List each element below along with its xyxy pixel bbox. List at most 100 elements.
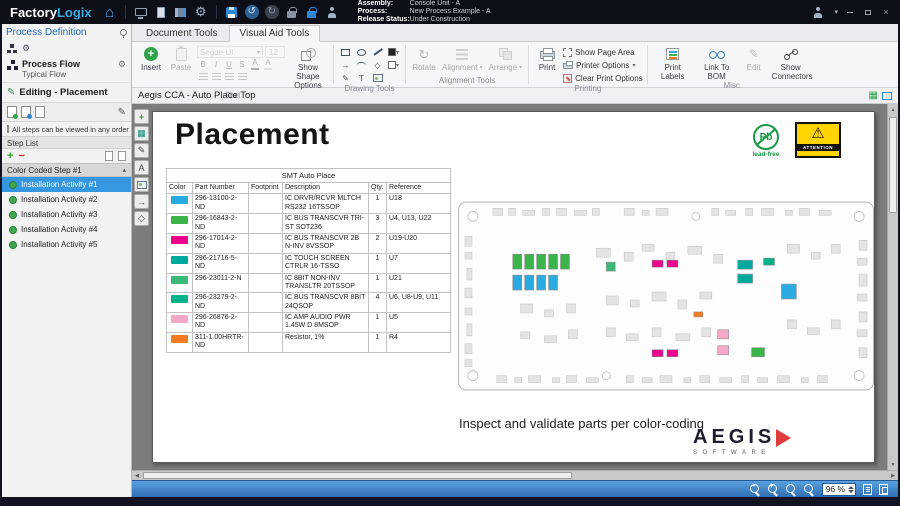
image-tool[interactable]	[370, 72, 385, 84]
zoom-stepper[interactable]	[848, 486, 854, 493]
pencil-tool[interactable]: ✎	[338, 72, 353, 84]
zoom-selection-icon[interactable]	[786, 484, 797, 495]
rectangle-tool[interactable]	[338, 46, 353, 58]
tab-visual-aid-tools[interactable]: Visual Aid Tools	[229, 25, 321, 42]
bullet-list-button[interactable]	[236, 71, 248, 82]
minimize-button[interactable]	[844, 7, 856, 17]
fill-color-picker[interactable]: ▾	[386, 59, 401, 71]
link-to-bom-button[interactable]: Link To BOM	[696, 44, 738, 81]
release-icon[interactable]	[323, 2, 341, 22]
font-family-select[interactable]: Segoe UI▾	[197, 46, 263, 58]
add-step-button[interactable]: +	[7, 151, 13, 162]
process-flow-item[interactable]: Process Flow Typical Flow ⚙	[2, 56, 131, 82]
zoom-level-input[interactable]: 96 %	[822, 483, 856, 496]
paste-button[interactable]: Paste	[167, 44, 195, 72]
scrollbar-thumb[interactable]	[889, 117, 897, 213]
italic-button[interactable]: I	[210, 59, 222, 70]
order-checkbox[interactable]	[7, 125, 9, 133]
text-tool-button[interactable]: A	[134, 160, 149, 175]
font-color-button[interactable]: A	[249, 59, 261, 70]
list-item[interactable]: Installation Activity #5	[2, 237, 131, 252]
pin-icon[interactable]	[119, 28, 127, 38]
show-shape-options-button[interactable]: Show Shape Options	[287, 44, 329, 91]
shape-tool-button[interactable]: ◇	[134, 211, 149, 226]
bold-button[interactable]: B	[197, 59, 209, 70]
checkout-lock-icon[interactable]	[303, 2, 321, 22]
scroll-down-icon[interactable]: ▼	[888, 459, 898, 470]
step-group-header[interactable]: Color Coded Step #1 ▴	[2, 163, 131, 177]
user-menu[interactable]	[809, 2, 827, 22]
zoom-out-icon[interactable]: −	[750, 484, 761, 495]
redo-icon[interactable]: ↻	[263, 2, 281, 22]
print-button[interactable]: Print	[533, 44, 561, 72]
list-item[interactable]: Installation Activity #1	[2, 177, 131, 192]
font-size-select[interactable]: 12	[265, 46, 285, 58]
zoom-actual-icon[interactable]	[804, 484, 815, 495]
scrollbar-thumb[interactable]	[143, 472, 572, 479]
fit-page-icon[interactable]	[879, 484, 888, 495]
vertical-scrollbar[interactable]: ▲ ▼	[887, 104, 898, 470]
close-button[interactable]: ×	[880, 7, 892, 17]
list-item[interactable]: Installation Activity #2	[2, 192, 131, 207]
ellipse-tool[interactable]	[354, 46, 369, 58]
home-icon[interactable]: ⌂	[101, 2, 119, 22]
insert-button[interactable]: + Insert	[137, 44, 165, 72]
scroll-left-icon[interactable]: ◀	[132, 471, 142, 480]
arrange-button[interactable]: Arrange▾	[487, 44, 524, 72]
flow-view-icon[interactable]	[7, 44, 17, 53]
border-color-picker[interactable]: ▾	[386, 46, 401, 58]
curve-tool[interactable]	[354, 59, 369, 71]
restore-button[interactable]	[862, 7, 874, 17]
zoom-in-icon[interactable]: +	[768, 484, 779, 495]
save-icon[interactable]	[223, 2, 241, 22]
step-copy-icon[interactable]	[118, 151, 126, 161]
draw-tool-button[interactable]: ✎	[134, 143, 149, 158]
lock-icon[interactable]	[283, 2, 301, 22]
edit-button[interactable]: ✎ Edit	[740, 44, 768, 72]
line-tool[interactable]	[370, 46, 385, 58]
rotate-button[interactable]: ↻ Rotate	[410, 44, 438, 72]
document-icon[interactable]	[152, 2, 170, 22]
kiosk-icon[interactable]	[132, 2, 150, 22]
fit-width-icon[interactable]	[863, 484, 872, 495]
align-center-button[interactable]	[210, 71, 222, 82]
text-tool[interactable]: T	[354, 72, 369, 84]
settings-gear-icon[interactable]: ⚙	[192, 2, 210, 22]
list-item[interactable]: Installation Activity #4	[2, 222, 131, 237]
show-connectors-button[interactable]: Show Connectors	[770, 44, 812, 81]
list-item[interactable]: Installation Activity #3	[2, 207, 131, 222]
align-left-button[interactable]	[197, 71, 209, 82]
grid-tool-button[interactable]: ▦	[134, 126, 149, 141]
printer-options-button[interactable]: Printer Options▾	[563, 59, 643, 71]
remove-step-button[interactable]: −	[18, 151, 24, 162]
edit-step-icon[interactable]: ✎	[118, 107, 126, 118]
copy-document-icon[interactable]	[35, 106, 45, 118]
board-view-icon[interactable]: ▦	[869, 91, 878, 101]
alignment-button[interactable]: Alignment▾	[440, 44, 485, 72]
horizontal-scrollbar[interactable]: ◀ ▶	[132, 470, 898, 480]
import-document-icon[interactable]	[21, 106, 31, 118]
step-template-icon[interactable]	[105, 151, 113, 161]
arrow-tool-button[interactable]: →	[134, 194, 149, 209]
highlight-color-button[interactable]: A	[262, 59, 274, 70]
popout-window-icon[interactable]	[882, 92, 892, 100]
undo-icon[interactable]: ↺	[243, 2, 261, 22]
tab-document-tools[interactable]: Document Tools	[136, 26, 228, 41]
show-page-area-button[interactable]: Show Page Area	[563, 46, 643, 58]
strike-button[interactable]: S	[236, 59, 248, 70]
polygon-tool[interactable]: ◇	[370, 59, 385, 71]
panel-settings-icon[interactable]: ⚙	[22, 43, 30, 54]
add-annotation-button[interactable]: +	[134, 109, 149, 124]
scroll-right-icon[interactable]: ▶	[888, 471, 898, 480]
align-right-button[interactable]	[223, 71, 235, 82]
arrow-tool[interactable]: →	[338, 59, 353, 71]
user-menu-caret-icon[interactable]: ▾	[834, 8, 838, 16]
clear-print-options-button[interactable]: Clear Print Options	[563, 72, 643, 84]
scroll-up-icon[interactable]: ▲	[888, 104, 898, 115]
flow-options-icon[interactable]: ⚙	[118, 59, 126, 70]
library-icon[interactable]	[172, 2, 190, 22]
image-tool-button[interactable]	[134, 177, 149, 192]
print-labels-button[interactable]: Print Labels	[652, 44, 694, 81]
underline-button[interactable]: U	[223, 59, 235, 70]
new-document-icon[interactable]	[7, 106, 17, 118]
